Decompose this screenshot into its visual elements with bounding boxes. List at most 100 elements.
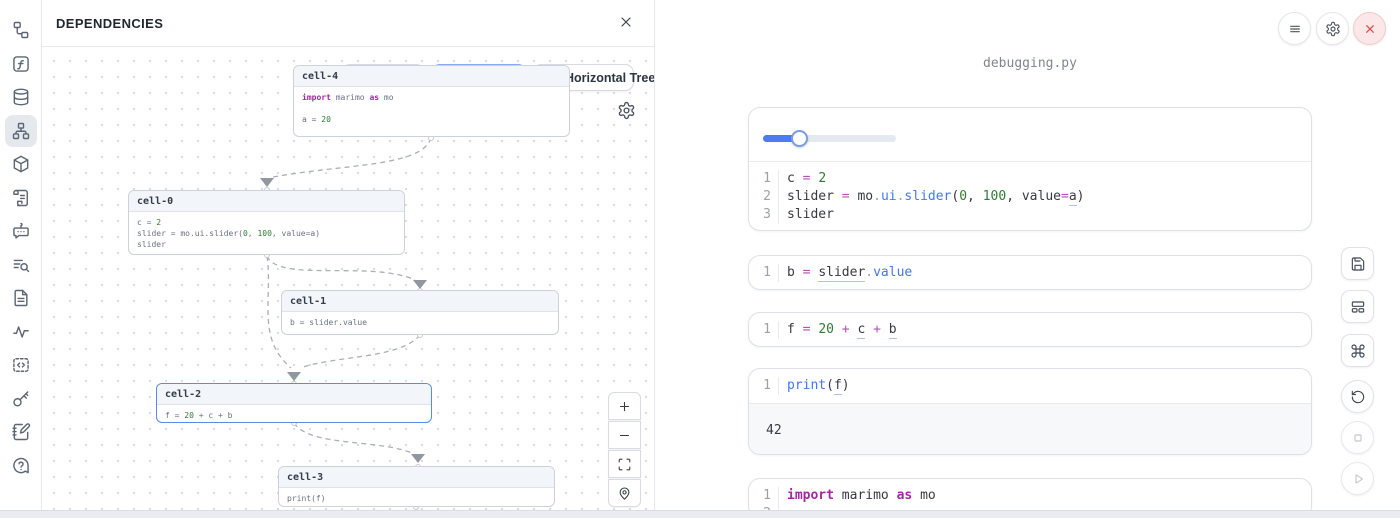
edge-cell1-cell2 [300, 335, 420, 368]
code-token: ui [881, 189, 897, 204]
sidebar-item-packages[interactable] [5, 148, 37, 180]
graph-node-cell-3[interactable]: cell-3 print(f) [278, 466, 555, 507]
code-editor[interactable]: 1print(f) [749, 369, 1311, 403]
graph-code-line: import marimo as mo [302, 92, 561, 103]
code-line: slider [779, 206, 1311, 224]
graph-code-line: print(f) [287, 493, 546, 504]
notebook-cell[interactable]: 1f = 20 + c + b [748, 312, 1312, 347]
documentation-icon [11, 188, 31, 208]
sidebar-item-secrets[interactable] [5, 383, 37, 415]
code-token [834, 322, 842, 337]
code-token: slider = mo.ui.slider( [137, 229, 243, 238]
graph-node-title: cell-0 [129, 191, 404, 212]
close-icon [1362, 21, 1378, 37]
code-token: + c + b [194, 411, 233, 420]
sidebar-item-outline[interactable] [5, 282, 37, 314]
notebook-cell[interactable]: 1print(f)42 [748, 368, 1312, 455]
slider-thumb[interactable] [791, 130, 808, 147]
code-token: slider [137, 240, 166, 249]
status-bar [0, 510, 1400, 518]
graph-code-line: slider = mo.ui.slider(0, 100, value=a) [137, 228, 396, 239]
center-node-button[interactable] [608, 479, 641, 507]
code-token: = [842, 189, 850, 204]
zoom-in-button[interactable] [608, 392, 641, 420]
sidebar-item-tracing[interactable] [5, 316, 37, 348]
code-token: = [1061, 189, 1069, 204]
line-number: 3 [749, 206, 779, 224]
fit-view-button[interactable] [608, 450, 641, 478]
run-cells-button[interactable] [1341, 462, 1374, 495]
sidebar-item-logs[interactable] [5, 249, 37, 281]
code-token: value [873, 265, 912, 280]
logs-icon [11, 255, 31, 275]
layout-select-button[interactable] [1341, 290, 1374, 323]
dependencies-header: DEPENDENCIES [42, 0, 654, 47]
code-token: print(f) [287, 494, 326, 503]
edge-cell0-cell1 [267, 256, 415, 280]
notebook-menu-button[interactable] [1278, 12, 1311, 45]
sidebar-item-scratchpad[interactable] [5, 416, 37, 448]
sidebar-item-ai-chat[interactable] [5, 215, 37, 247]
graph-node-cell-2[interactable]: cell-2f = 20 + c + b [156, 383, 432, 423]
graph-settings-button[interactable] [616, 101, 636, 121]
code-token: c = [137, 218, 156, 227]
center-node-icon [617, 486, 632, 501]
sidebar-item-documentation[interactable] [5, 182, 37, 214]
undo-button[interactable] [1341, 380, 1374, 413]
dependencies-title: DEPENDENCIES [42, 16, 163, 31]
marimo-app: DEPENDENCIES [0, 0, 1400, 518]
zoom-out-button[interactable] [608, 421, 641, 449]
dependencies-icon [11, 121, 31, 141]
code-token: 20 [818, 322, 834, 337]
menu-icon [1287, 21, 1303, 37]
close-icon [618, 14, 634, 33]
arrowhead [260, 178, 274, 187]
sidebar-item-file-explorer[interactable] [5, 14, 37, 46]
graph-node-cell-4[interactable]: cell-4import marimo as mo a = 20 [293, 65, 570, 137]
code-token [881, 322, 889, 337]
secrets-icon [11, 389, 31, 409]
graph-node-code: c = 2slider = mo.ui.slider(0, 100, value… [129, 212, 404, 254]
graph-node-cell-0[interactable]: cell-0c = 2slider = mo.ui.slider(0, 100,… [128, 190, 405, 255]
line-number: 1 [749, 264, 779, 282]
code-line: f = 20 + c + b [779, 321, 1311, 339]
settings-icon [1325, 21, 1341, 37]
line-number: 1 [749, 487, 779, 505]
dependency-graph-canvas[interactable]: Mini MapVertical TreeHorizontal Tree cel… [42, 47, 654, 511]
code-token: slider [787, 207, 834, 222]
notebook-filename[interactable]: debugging.py [748, 56, 1312, 71]
data-sources-icon [11, 87, 31, 107]
notebook-cell[interactable]: 1b = slider.value [748, 255, 1312, 290]
zoom-out-icon [617, 428, 632, 443]
sidebar-item-help[interactable] [5, 450, 37, 482]
save-icon [1350, 256, 1366, 272]
code-token: 20 [321, 115, 331, 124]
sidebar-item-dependencies[interactable] [5, 115, 37, 147]
code-token: a = [302, 115, 321, 124]
sidebar-item-variables[interactable] [5, 48, 37, 80]
notebook-settings-button[interactable] [1316, 12, 1349, 45]
code-token: 20 [184, 411, 194, 420]
graph-node-title: cell-3 [279, 467, 554, 488]
graph-node-code: b = slider.value [282, 312, 558, 332]
save-button[interactable] [1341, 247, 1374, 280]
sidebar-item-snippets[interactable] [5, 349, 37, 381]
code-token: ) [1077, 189, 1085, 204]
line-number: 1 [749, 377, 779, 395]
slider-track[interactable] [763, 135, 896, 142]
command-palette-button[interactable] [1341, 334, 1374, 367]
code-editor[interactable]: 1c = 22slider = mo.ui.slider(0, 100, val… [749, 162, 1311, 231]
code-editor[interactable]: 1f = 20 + c + b [749, 313, 1311, 347]
code-editor[interactable]: 1b = slider.value [749, 256, 1311, 290]
sidebar-item-data-sources[interactable] [5, 81, 37, 113]
graph-node-cell-1[interactable]: cell-1b = slider.value [281, 290, 559, 335]
code-token: ( [826, 378, 834, 393]
code-token: , [248, 229, 258, 238]
code-line: print(f) [779, 377, 1311, 395]
notebook-cell[interactable]: 1c = 22slider = mo.ui.slider(0, 100, val… [748, 107, 1312, 231]
close-panel-button[interactable] [615, 13, 636, 34]
code-token: f = [165, 411, 184, 420]
shutdown-button[interactable] [1353, 12, 1386, 45]
code-line: b = slider.value [779, 264, 1311, 282]
stop-kernel-button[interactable] [1341, 421, 1374, 454]
